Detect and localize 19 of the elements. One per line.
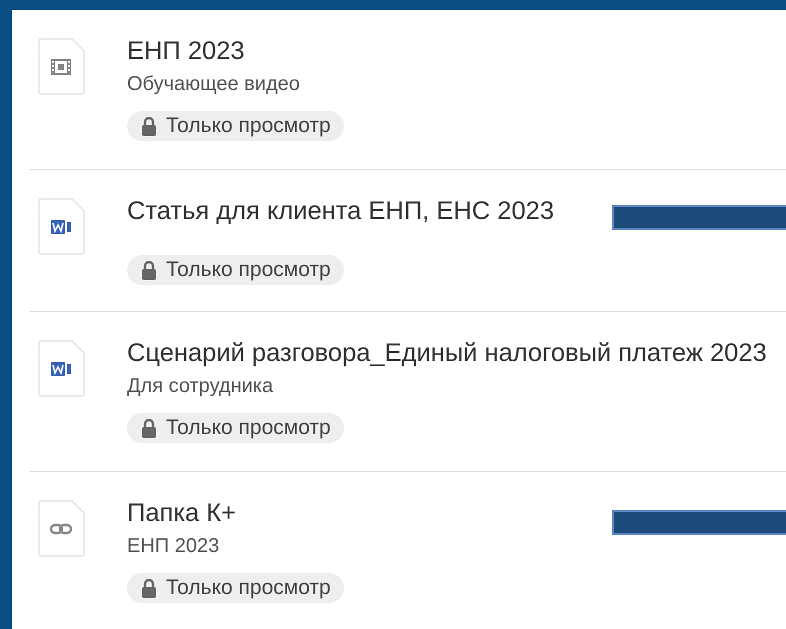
lock-icon <box>141 578 157 598</box>
file-subtitle: ЕНП 2023 <box>127 534 220 559</box>
word-file-icon <box>38 198 85 255</box>
access-badge: Только просмотр <box>127 573 344 603</box>
word-file-icon <box>38 340 85 397</box>
file-subtitle: Для сотрудника <box>127 374 274 399</box>
lock-icon <box>141 260 157 280</box>
lock-icon <box>141 418 157 438</box>
lock-icon <box>141 116 157 136</box>
video-file-icon <box>38 38 85 95</box>
file-title[interactable]: Статья для клиента ЕНП, ЕНС 2023 <box>127 196 554 226</box>
file-subtitle: Обучающее видео <box>127 72 300 97</box>
access-badge: Только просмотр <box>127 255 344 285</box>
file-title[interactable]: Сценарий разговора_Единый налоговый платеж 2023 <box>127 338 767 368</box>
file-title[interactable]: ЕНП 2023 <box>127 36 245 66</box>
access-badge: Только просмотр <box>127 413 344 443</box>
link-file-icon <box>38 500 85 557</box>
file-title[interactable]: Папка К+ <box>127 498 236 528</box>
access-badge: Только просмотр <box>127 111 344 141</box>
